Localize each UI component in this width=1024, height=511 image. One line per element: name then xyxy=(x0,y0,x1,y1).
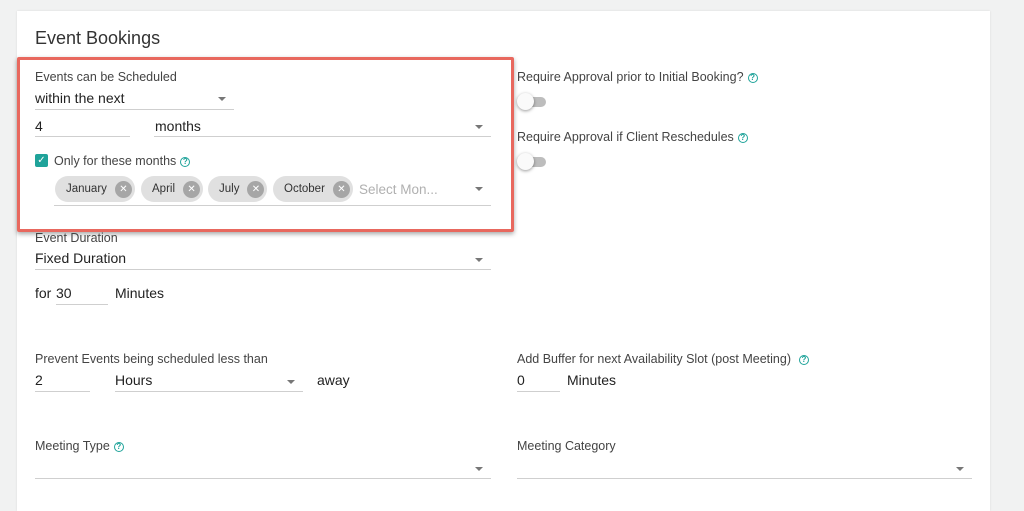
month-chip: January ✕ xyxy=(55,176,135,202)
month-chip: October ✕ xyxy=(273,176,353,202)
help-circle-icon[interactable]: ? xyxy=(113,442,124,452)
duration-minutes-label: Minutes xyxy=(115,285,165,301)
prevent-value-input[interactable]: 2 xyxy=(35,370,90,392)
event-bookings-card: Event Bookings Events can be Scheduled w… xyxy=(17,11,990,511)
help-circle-icon[interactable]: ? xyxy=(180,157,191,167)
caret-down-icon xyxy=(287,380,295,384)
caret-down-icon xyxy=(475,187,483,191)
toggle-knob xyxy=(517,153,534,170)
close-circle-icon[interactable]: ✕ xyxy=(247,180,265,198)
approval-reschedule-label: Require Approval if Client Reschedules? xyxy=(517,130,748,144)
schedule-unit-value: months xyxy=(155,118,201,134)
meeting-type-label: Meeting Type? xyxy=(35,439,124,453)
prevent-label: Prevent Events being scheduled less than xyxy=(35,352,268,366)
approval-reschedule-text: Require Approval if Client Reschedules xyxy=(517,130,734,144)
buffer-value: 0 xyxy=(517,372,525,388)
duration-label: Event Duration xyxy=(35,231,118,245)
close-circle-icon[interactable]: ✕ xyxy=(183,180,201,198)
approval-initial-text: Require Approval prior to Initial Bookin… xyxy=(517,70,744,84)
duration-minutes-value: 30 xyxy=(56,285,72,301)
schedule-mode-value: within the next xyxy=(35,90,125,106)
meeting-category-select[interactable] xyxy=(517,457,972,479)
approval-initial-label: Require Approval prior to Initial Bookin… xyxy=(517,70,758,84)
months-placeholder: Select Mon... xyxy=(359,182,438,197)
prevent-unit-value: Hours xyxy=(115,372,153,388)
meeting-category-label: Meeting Category xyxy=(517,439,616,453)
schedule-amount-input[interactable]: 4 xyxy=(35,116,130,137)
month-chip: July ✕ xyxy=(208,176,268,202)
buffer-value-input[interactable]: 0 xyxy=(517,370,560,392)
help-circle-icon[interactable]: ? xyxy=(737,133,748,143)
month-chip-label: April xyxy=(152,183,176,195)
toggle-knob xyxy=(517,93,534,110)
caret-down-icon xyxy=(475,258,483,262)
caret-down-icon xyxy=(956,467,964,471)
caret-down-icon xyxy=(475,125,483,129)
schedule-mode-select[interactable]: within the next xyxy=(35,89,234,110)
month-chip: April ✕ xyxy=(141,176,204,202)
duration-type-value: Fixed Duration xyxy=(35,250,127,266)
prevent-unit-select[interactable]: Hours xyxy=(115,370,303,392)
check-icon: ✓ xyxy=(37,155,46,166)
months-only-label: Only for these months? xyxy=(54,154,191,168)
prevent-suffix: away xyxy=(317,372,350,388)
duration-minutes-input[interactable]: 30 xyxy=(56,283,108,305)
duration-type-select[interactable]: Fixed Duration xyxy=(35,248,491,270)
month-chip-label: October xyxy=(284,183,325,195)
month-chip-label: July xyxy=(219,183,240,195)
prevent-value: 2 xyxy=(35,372,43,388)
help-circle-icon[interactable]: ? xyxy=(799,355,809,365)
buffer-unit-label: Minutes xyxy=(567,372,617,388)
months-only-text: Only for these months xyxy=(54,154,177,168)
schedule-label: Events can be Scheduled xyxy=(35,70,177,84)
caret-down-icon xyxy=(475,467,483,471)
meeting-type-text: Meeting Type xyxy=(35,439,110,453)
section-title: Event Bookings xyxy=(35,28,161,48)
meeting-type-select[interactable] xyxy=(35,457,491,479)
close-circle-icon[interactable]: ✕ xyxy=(332,180,350,198)
schedule-unit-select[interactable]: months xyxy=(154,116,491,137)
approval-reschedule-toggle[interactable] xyxy=(517,153,547,170)
buffer-text: Add Buffer for next Availability Slot (p… xyxy=(517,352,791,366)
close-circle-icon[interactable]: ✕ xyxy=(114,180,132,198)
help-circle-icon[interactable]: ? xyxy=(747,73,758,83)
month-chip-label: January xyxy=(66,183,107,195)
months-multiselect[interactable]: January ✕ April ✕ July ✕ October ✕ Selec… xyxy=(54,174,491,206)
approval-initial-toggle[interactable] xyxy=(517,93,547,110)
months-only-checkbox[interactable]: ✓ xyxy=(35,154,48,167)
buffer-label: Add Buffer for next Availability Slot (p… xyxy=(517,352,809,366)
caret-down-icon xyxy=(218,97,226,101)
duration-for-label: for xyxy=(35,285,52,301)
schedule-amount-value: 4 xyxy=(35,118,43,134)
